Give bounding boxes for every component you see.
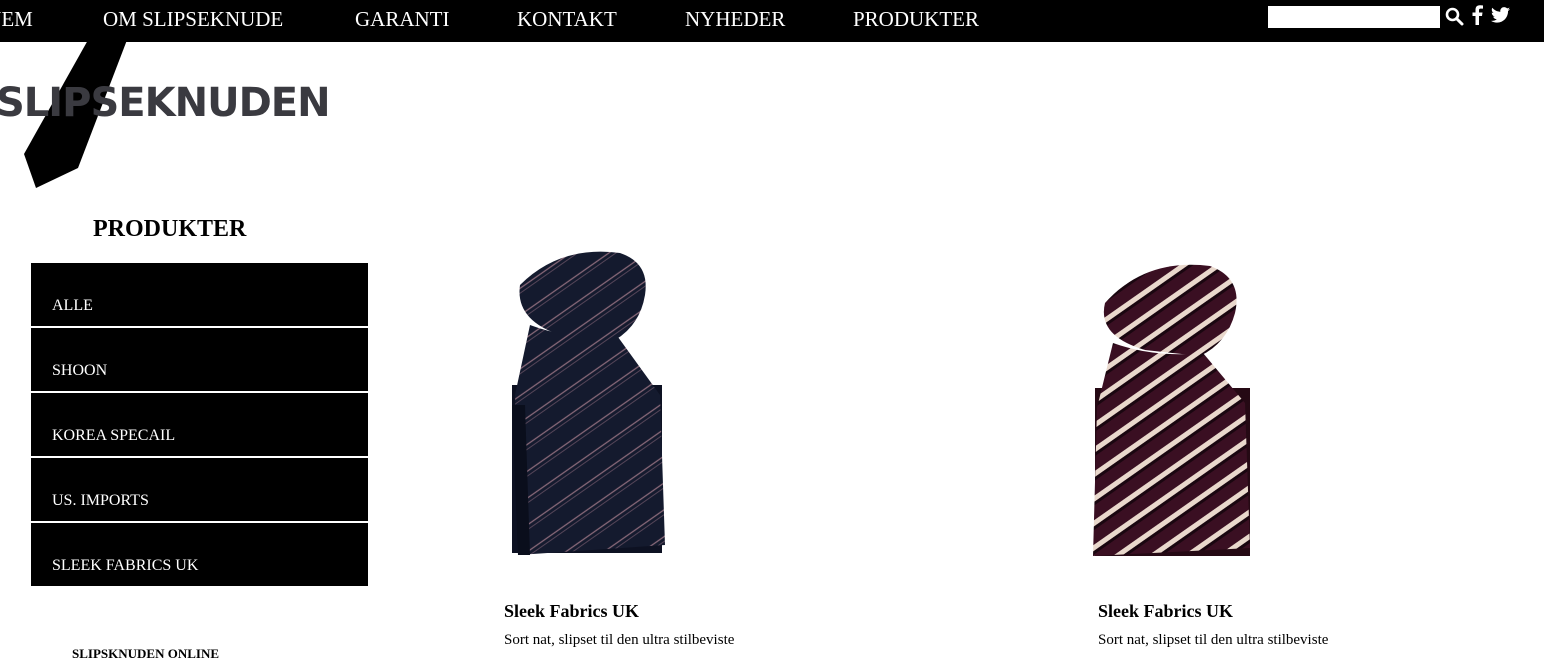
nav-item-produkter[interactable]: PRODUKTER bbox=[853, 6, 979, 32]
sidebar-item-us-imports[interactable]: US. IMPORTS bbox=[31, 458, 368, 521]
sidebar-title: PRODUKTER bbox=[93, 216, 247, 242]
product-name[interactable]: Sleek Fabrics UK bbox=[504, 601, 639, 622]
sidebar-item-shoon[interactable]: SHOON bbox=[31, 328, 368, 391]
sidebar-footer-heading: SLIPSKNUDEN ONLINE bbox=[72, 646, 220, 661]
sidebar-item-label: US. IMPORTS bbox=[52, 492, 149, 509]
nav-item-om-slipseknude[interactable]: OM SLIPSEKNUDE bbox=[103, 6, 283, 32]
nav-item-nyheder[interactable]: NYHEDER bbox=[685, 6, 785, 32]
facebook-icon[interactable] bbox=[1471, 5, 1483, 25]
sidebar-item-sleek-fabrics-uk[interactable]: SLEEK FABRICS UK bbox=[31, 523, 368, 586]
sidebar-item-label: ALLE bbox=[52, 297, 93, 314]
site-logo[interactable]: SLIPSEKNUDEN bbox=[0, 40, 360, 190]
sidebar-item-alle[interactable]: ALLE bbox=[31, 263, 368, 326]
sidebar-item-label: SHOON bbox=[52, 362, 108, 379]
product-name[interactable]: Sleek Fabrics UK bbox=[1098, 601, 1233, 622]
sidebar-item-label: SLEEK FABRICS UK bbox=[52, 557, 199, 574]
product-description: Sort nat, slipset til den ultra stilbevi… bbox=[1098, 632, 1329, 648]
nav-item-kontakt[interactable]: KONTAKT bbox=[517, 6, 617, 32]
search-input[interactable] bbox=[1268, 6, 1440, 28]
navy-striped-tie-image[interactable] bbox=[500, 245, 675, 570]
nav-item-hjem[interactable]: HJEM bbox=[0, 6, 33, 32]
search-icon[interactable] bbox=[1445, 7, 1464, 27]
burgundy-striped-tie-image[interactable] bbox=[1085, 258, 1260, 568]
sidebar-item-korea-specail[interactable]: KOREA SPECAIL bbox=[31, 393, 368, 456]
top-navigation-bar: HJEM OM SLIPSEKNUDE GARANTI KONTAKT NYHE… bbox=[0, 0, 1544, 42]
nav-item-garanti[interactable]: GARANTI bbox=[355, 6, 450, 32]
logo-text: SLIPSEKNUDEN bbox=[0, 80, 331, 126]
product-description: Sort nat, slipset til den ultra stilbevi… bbox=[504, 632, 735, 648]
twitter-icon[interactable] bbox=[1491, 7, 1510, 27]
sidebar-item-label: KOREA SPECAIL bbox=[52, 427, 176, 444]
